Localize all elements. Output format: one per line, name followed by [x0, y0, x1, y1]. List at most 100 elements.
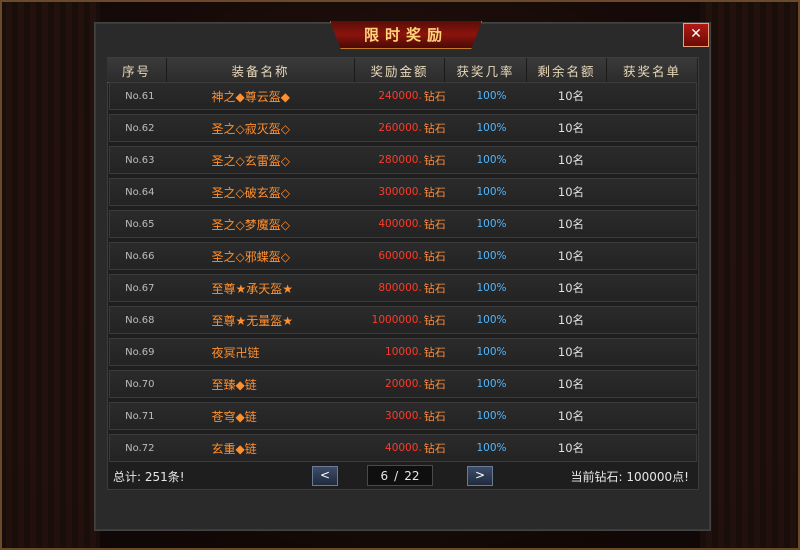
row-index: No.62 [125, 122, 155, 134]
row-remaining: 10名 [557, 281, 585, 295]
row-reward-unit: 钻石 [423, 186, 446, 199]
row-item-name: 玄重◆链 [211, 441, 257, 456]
row-rate: 100% [476, 90, 507, 102]
row-remaining: 10名 [557, 89, 585, 103]
table-row[interactable]: No.65 圣之◇梦魔盔◇ 400000. 钻石 100% 10名 [109, 210, 697, 238]
table-row[interactable]: No.61 神之◆尊云盔◆ 240000. 钻石 100% 10名 [109, 82, 697, 110]
row-reward-amount: 400000. [378, 218, 422, 230]
row-rate: 100% [476, 346, 507, 358]
row-reward: 10000. 钻石 [356, 344, 446, 360]
row-remaining: 10名 [557, 377, 585, 391]
table-row[interactable]: No.72 玄重◆链 40000. 钻石 100% 10名 [109, 434, 697, 462]
row-reward-amount: 800000. [378, 282, 422, 294]
page-separator: / [394, 468, 399, 483]
row-reward-amount: 40000. [385, 442, 422, 454]
dialog-title: 限时奖励 [363, 26, 448, 44]
row-remaining: 10名 [557, 249, 585, 263]
table-header: 序号 装备名称 奖励金额 获奖几率 剩余名额 获奖名单 [107, 58, 697, 83]
row-reward: 40000. 钻石 [356, 440, 446, 456]
row-index: No.63 [125, 154, 155, 166]
table-row[interactable]: No.70 至臻◆链 20000. 钻石 100% 10名 [109, 370, 697, 398]
table-row[interactable]: No.64 圣之◇破玄盔◇ 300000. 钻石 100% 10名 [109, 178, 697, 206]
row-rate: 100% [476, 378, 507, 390]
reward-dialog: 限时奖励 ✕ 序号 装备名称 奖励金额 获奖几率 剩余名额 获奖名单 No.61… [95, 21, 710, 530]
row-reward-unit: 钻石 [423, 378, 446, 391]
row-item-name: 圣之◇玄雷盔◇ [211, 153, 291, 168]
row-reward-amount: 240000. [378, 90, 422, 102]
row-remaining: 10名 [557, 409, 585, 423]
background-left-pillar [0, 0, 100, 550]
table-row[interactable]: No.67 至尊★承天盔★ 800000. 钻石 100% 10名 [109, 274, 697, 302]
row-rate: 100% [476, 314, 507, 326]
page-current: 6 [380, 468, 389, 483]
row-remaining: 10名 [557, 217, 585, 231]
row-reward: 20000. 钻石 [356, 376, 446, 392]
background-right-pillar [700, 0, 800, 550]
row-reward-unit: 钻石 [423, 314, 446, 327]
row-index: No.69 [125, 346, 155, 358]
row-item-name: 神之◆尊云盔◆ [211, 89, 291, 104]
row-rate: 100% [476, 154, 507, 166]
row-rate: 100% [476, 218, 507, 230]
row-reward: 240000. 钻石 [356, 88, 445, 104]
column-header-item-name: 装备名称 [167, 58, 355, 82]
row-reward-unit: 钻石 [423, 442, 446, 455]
row-reward-amount: 30000. [385, 410, 422, 422]
row-remaining: 10名 [557, 313, 585, 327]
row-rate: 100% [476, 122, 507, 134]
row-remaining: 10名 [557, 185, 585, 199]
row-reward-amount: 600000. [378, 250, 422, 262]
row-item-name: 夜冥卍链 [211, 345, 260, 360]
row-reward-unit: 钻石 [423, 250, 446, 263]
row-reward: 260000. 钻石 [356, 120, 445, 136]
row-remaining: 10名 [557, 153, 585, 167]
row-item-name: 圣之◇邪蝶盔◇ [211, 249, 291, 264]
close-button[interactable]: ✕ [683, 23, 709, 47]
total-count: 总计: 251条! [113, 470, 185, 484]
row-item-name: 圣之◇寂灭盔◇ [211, 121, 291, 136]
row-item-name: 苍穹◆链 [211, 409, 257, 424]
column-header-winners: 获奖名单 [622, 63, 681, 79]
row-rate: 100% [476, 186, 507, 198]
row-reward: 300000. 钻石 [356, 184, 445, 200]
title-tab: 限时奖励 [330, 21, 482, 49]
column-header-index: 序号 [107, 58, 167, 82]
table-row[interactable]: No.68 至尊★无量盔★ 1000000. 钻石 100% 10名 [109, 306, 697, 334]
table-row[interactable]: No.62 圣之◇寂灭盔◇ 260000. 钻石 100% 10名 [109, 114, 697, 142]
prev-page-button[interactable]: < [312, 466, 338, 486]
row-reward-unit: 钻石 [423, 346, 446, 359]
row-reward-amount: 10000. [385, 346, 422, 358]
row-reward-unit: 钻石 [423, 90, 446, 103]
row-item-name: 圣之◇梦魔盔◇ [211, 217, 291, 232]
row-item-name: 至臻◆链 [211, 377, 257, 392]
row-index: No.66 [125, 250, 155, 262]
next-page-button[interactable]: > [467, 466, 493, 486]
page-total: 22 [404, 468, 420, 483]
reward-list: No.61 神之◆尊云盔◆ 240000. 钻石 100% 10名 No.62 圣之◇寂灭盔◇… [109, 82, 697, 466]
row-reward: 400000. 钻石 [356, 216, 445, 232]
row-reward-amount: 300000. [378, 186, 422, 198]
row-index: No.72 [125, 442, 155, 454]
row-item-name: 圣之◇破玄盔◇ [211, 185, 291, 200]
table-row[interactable]: No.69 夜冥卍链 10000. 钻石 100% 10名 [109, 338, 697, 366]
row-rate: 100% [476, 442, 507, 454]
row-reward-amount: 20000. [385, 378, 422, 390]
row-remaining: 10名 [557, 441, 585, 455]
row-rate: 100% [476, 250, 507, 262]
row-reward-unit: 钻石 [423, 282, 446, 295]
row-reward-amount: 260000. [378, 122, 422, 134]
row-index: No.67 [125, 282, 155, 294]
row-rate: 100% [476, 410, 507, 422]
row-reward-amount: 280000. [378, 154, 422, 166]
row-reward-unit: 钻石 [423, 410, 446, 423]
table-row[interactable]: No.66 圣之◇邪蝶盔◇ 600000. 钻石 100% 10名 [109, 242, 697, 270]
column-header-remaining: 剩余名额 [527, 58, 607, 82]
column-header-reward: 奖励金额 [355, 58, 445, 82]
row-item-name: 至尊★承天盔★ [211, 281, 294, 296]
row-rate: 100% [476, 282, 507, 294]
table-row[interactable]: No.63 圣之◇玄雷盔◇ 280000. 钻石 100% 10名 [109, 146, 697, 174]
row-index: No.70 [125, 378, 155, 390]
table-row[interactable]: No.71 苍穹◆链 30000. 钻石 100% 10名 [109, 402, 697, 430]
row-index: No.64 [125, 186, 155, 198]
row-reward: 280000. 钻石 [356, 152, 445, 168]
